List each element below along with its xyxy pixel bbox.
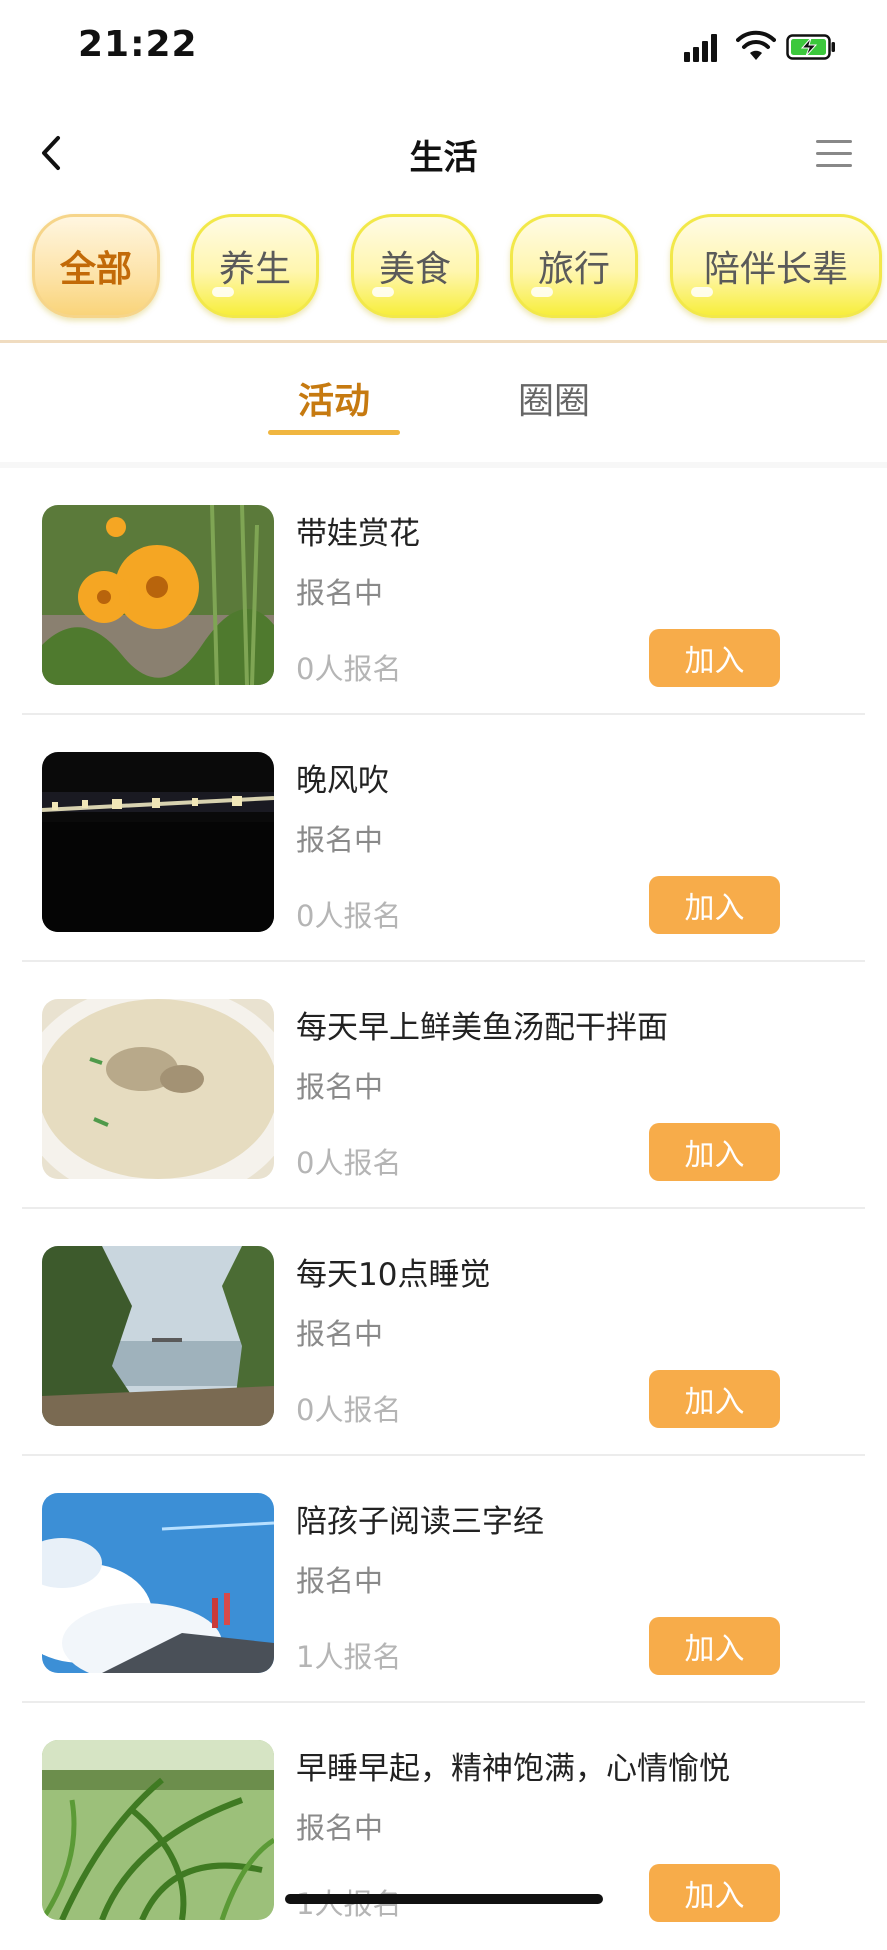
menu-button[interactable] xyxy=(812,136,856,172)
list-item[interactable]: 早睡早起，精神饱满，心情愉悦 报名中 1人报名 加入 xyxy=(0,1703,887,1950)
category-bar: 全部 养生 美食 旅行 陪伴长辈 xyxy=(0,206,887,340)
menu-icon xyxy=(816,140,852,143)
activity-thumbnail[interactable] xyxy=(42,999,274,1179)
join-button[interactable]: 加入 xyxy=(649,1123,780,1181)
status-bar: 21:22 xyxy=(0,0,887,100)
join-button[interactable]: 加入 xyxy=(649,1864,780,1922)
category-label: 美食 xyxy=(378,249,451,290)
list-item[interactable]: 每天10点睡觉 报名中 0人报名 加入 xyxy=(0,1209,887,1456)
activity-title: 带娃赏花 xyxy=(296,516,420,552)
activity-title: 早睡早起，精神饱满，心情愉悦 xyxy=(296,1751,730,1787)
list-item[interactable]: 晚风吹 报名中 0人报名 加入 xyxy=(0,715,887,962)
join-button[interactable]: 加入 xyxy=(649,1617,780,1675)
activity-status: 报名中 xyxy=(296,1811,384,1845)
activity-status: 报名中 xyxy=(296,1564,384,1598)
activity-status: 报名中 xyxy=(296,823,384,857)
cellular-signal-icon xyxy=(684,34,722,62)
activity-status: 报名中 xyxy=(296,1070,384,1104)
list-item[interactable]: 带娃赏花 报名中 0人报名 加入 xyxy=(0,468,887,715)
category-elder-care[interactable]: 陪伴长辈 xyxy=(670,214,882,318)
signup-count: 0人报名 xyxy=(296,1393,402,1427)
activity-thumbnail[interactable] xyxy=(42,505,274,685)
home-indicator xyxy=(285,1894,603,1904)
category-label: 养生 xyxy=(218,249,291,290)
signup-count: 0人报名 xyxy=(296,1146,402,1180)
category-label: 全部 xyxy=(59,249,132,290)
join-button[interactable]: 加入 xyxy=(649,1370,780,1428)
category-travel[interactable]: 旅行 xyxy=(510,214,638,318)
signup-count: 1人报名 xyxy=(296,1640,402,1674)
activity-title: 陪孩子阅读三字经 xyxy=(296,1504,544,1540)
list-item[interactable]: 陪孩子阅读三字经 报名中 1人报名 加入 xyxy=(0,1456,887,1703)
activity-thumbnail[interactable] xyxy=(42,1246,274,1426)
category-label: 陪伴长辈 xyxy=(703,249,848,290)
battery-charging-icon xyxy=(786,34,835,60)
signup-count: 0人报名 xyxy=(296,652,402,686)
activity-list: 带娃赏花 报名中 0人报名 加入 晚风吹 报名中 0人报名 加入 每天早上鲜美鱼… xyxy=(0,468,887,1950)
activity-thumbnail[interactable] xyxy=(42,1740,274,1920)
tab-circles[interactable]: 圈圈 xyxy=(518,372,590,424)
activity-thumbnail[interactable] xyxy=(42,752,274,932)
list-item[interactable]: 每天早上鲜美鱼汤配干拌面 报名中 0人报名 加入 xyxy=(0,962,887,1209)
nav-bar: 生活 xyxy=(0,108,887,200)
sub-tab-bar: 活动 圈圈 xyxy=(0,344,887,464)
category-all[interactable]: 全部 xyxy=(32,214,160,318)
activity-status: 报名中 xyxy=(296,1317,384,1351)
category-label: 旅行 xyxy=(537,249,610,290)
wifi-icon xyxy=(736,30,776,60)
activity-title: 晚风吹 xyxy=(296,763,389,799)
status-time: 21:22 xyxy=(78,24,198,65)
join-button[interactable]: 加入 xyxy=(649,876,780,934)
category-health[interactable]: 养生 xyxy=(191,214,319,318)
tab-activities[interactable]: 活动 xyxy=(298,372,370,424)
divider xyxy=(0,340,887,343)
activity-title: 每天早上鲜美鱼汤配干拌面 xyxy=(296,1010,668,1046)
signup-count: 0人报名 xyxy=(296,899,402,933)
page-title: 生活 xyxy=(409,138,478,178)
activity-status: 报名中 xyxy=(296,576,384,610)
category-food[interactable]: 美食 xyxy=(351,214,479,318)
active-tab-indicator xyxy=(268,430,400,435)
activity-thumbnail[interactable] xyxy=(42,1493,274,1673)
join-button[interactable]: 加入 xyxy=(649,629,780,687)
activity-title: 每天10点睡觉 xyxy=(296,1257,491,1293)
